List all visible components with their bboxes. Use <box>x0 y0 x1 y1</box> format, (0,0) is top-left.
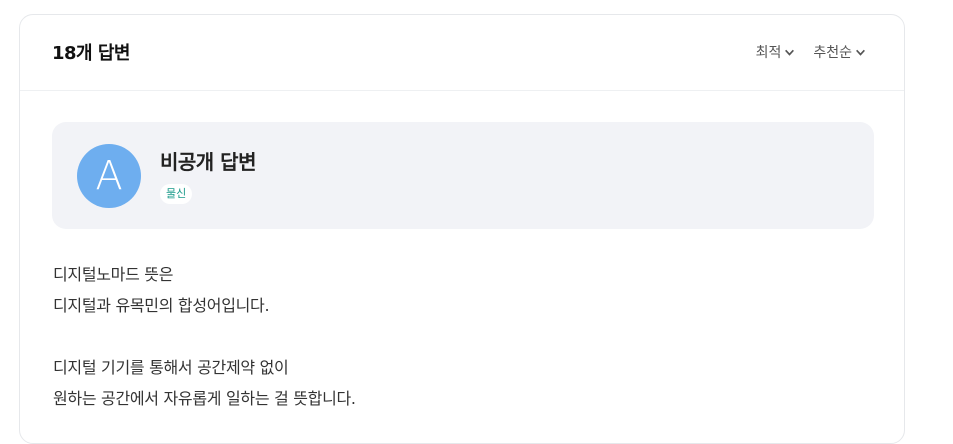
answer-blank-line <box>53 321 356 352</box>
answer-count-title: 18개 답변 <box>52 43 131 64</box>
author-name: 비공개 답변 <box>160 150 256 174</box>
sort-recommend-button[interactable]: 추천순 <box>813 42 866 62</box>
chevron-down-icon <box>856 49 865 56</box>
sort-best-label: 최적 <box>755 45 782 61</box>
sort-best-button[interactable]: 최적 <box>756 42 796 62</box>
answer-body: 디지털노마드 뜻은 디지털과 유목민의 합성어입니다. 디지털 기기를 통해서 … <box>53 259 356 414</box>
author-tag-badge[interactable]: 물신 <box>160 184 193 204</box>
answer-line: 디지털노마드 뜻은 <box>53 265 174 284</box>
avatar[interactable]: A <box>77 144 141 208</box>
sort-options: 최적 추천순 <box>756 42 866 62</box>
answer-line: 디지털과 유목민의 합성어입니다. <box>53 296 270 315</box>
answer-line: 디지털 기기를 통해서 공간제약 없이 <box>53 358 289 377</box>
answer-line: 원하는 공간에서 자유롭게 일하는 걸 뜻합니다. <box>53 389 356 408</box>
sort-recommend-label: 추천순 <box>813 45 852 61</box>
answers-card: 18개 답변 최적 추천순 A 비공개 답변 물신 디지털노마드 뜻은 디지털과… <box>19 14 905 444</box>
chevron-down-icon <box>785 49 795 56</box>
author-profile: A 비공개 답변 물신 <box>52 122 874 229</box>
answers-header: 18개 답변 최적 추천순 <box>20 15 904 91</box>
